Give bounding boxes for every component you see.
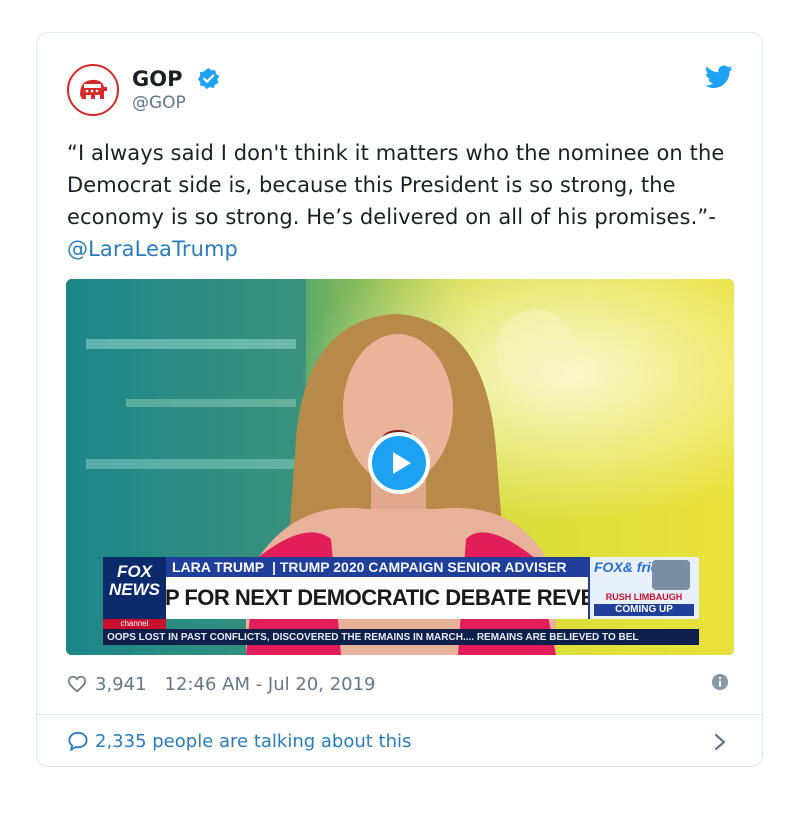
account-handle[interactable]: @GOP — [132, 93, 186, 113]
info-icon[interactable] — [711, 673, 729, 691]
lower-third-title: | TRUMP 2020 CAMPAIGN SENIOR ADVISER — [272, 559, 567, 575]
tweet-body: “I always said I don't think it matters … — [67, 141, 725, 229]
fox-news-logo-text: FOX NEWS — [109, 562, 160, 599]
promo-photo — [652, 560, 690, 590]
gop-elephant-icon — [80, 79, 107, 99]
mention-link[interactable]: @LaraLeaTrump — [67, 237, 238, 261]
timestamp[interactable]: 12:46 AM - Jul 20, 2019 — [165, 674, 376, 695]
conversation-text: 2,335 people are talking about this — [95, 730, 412, 752]
conversation-link[interactable]: 2,335 people are talking about this — [67, 728, 411, 754]
heart-icon[interactable] — [67, 675, 87, 693]
fox-news-channel-label: channel — [103, 619, 166, 629]
lower-third-name-bar: LARA TRUMP | TRUMP 2020 CAMPAIGN SENIOR … — [166, 557, 588, 577]
video-player[interactable]: FOX NEWS channel LARA TRUMP | TRUMP 2020… — [66, 279, 734, 655]
account-name[interactable]: GOP — [132, 67, 182, 91]
comment-bubble-icon — [68, 731, 88, 751]
twitter-bird-icon[interactable] — [705, 65, 733, 89]
fox-news-logo: FOX NEWS — [103, 557, 166, 619]
verified-badge-icon — [197, 67, 220, 90]
tweet-card: GOP @GOP “I always said I don't think it… — [36, 32, 763, 767]
chevron-right-icon[interactable] — [713, 732, 727, 752]
tweet-text: “I always said I don't think it matters … — [67, 137, 737, 265]
headline-bar: LINEUP FOR NEXT DEMOCRATIC DEBATE REVEAL… — [166, 577, 588, 619]
like-count[interactable]: 3,941 — [95, 674, 147, 695]
play-button[interactable] — [368, 432, 430, 494]
lower-third-name: LARA TRUMP — [172, 559, 265, 575]
divider — [37, 714, 762, 715]
promo-box: FOX& friends RUSH LIMBAUGH COMING UP — [588, 557, 699, 619]
play-icon — [392, 452, 411, 474]
promo-name: RUSH LIMBAUGH — [605, 592, 683, 602]
tweet-meta: 3,941 12:46 AM - Jul 20, 2019 — [67, 671, 376, 697]
avatar[interactable] — [67, 64, 119, 116]
promo-status: COMING UP — [594, 604, 694, 616]
news-crawl: OOPS LOST IN PAST CONFLICTS, DISCOVERED … — [103, 629, 699, 645]
